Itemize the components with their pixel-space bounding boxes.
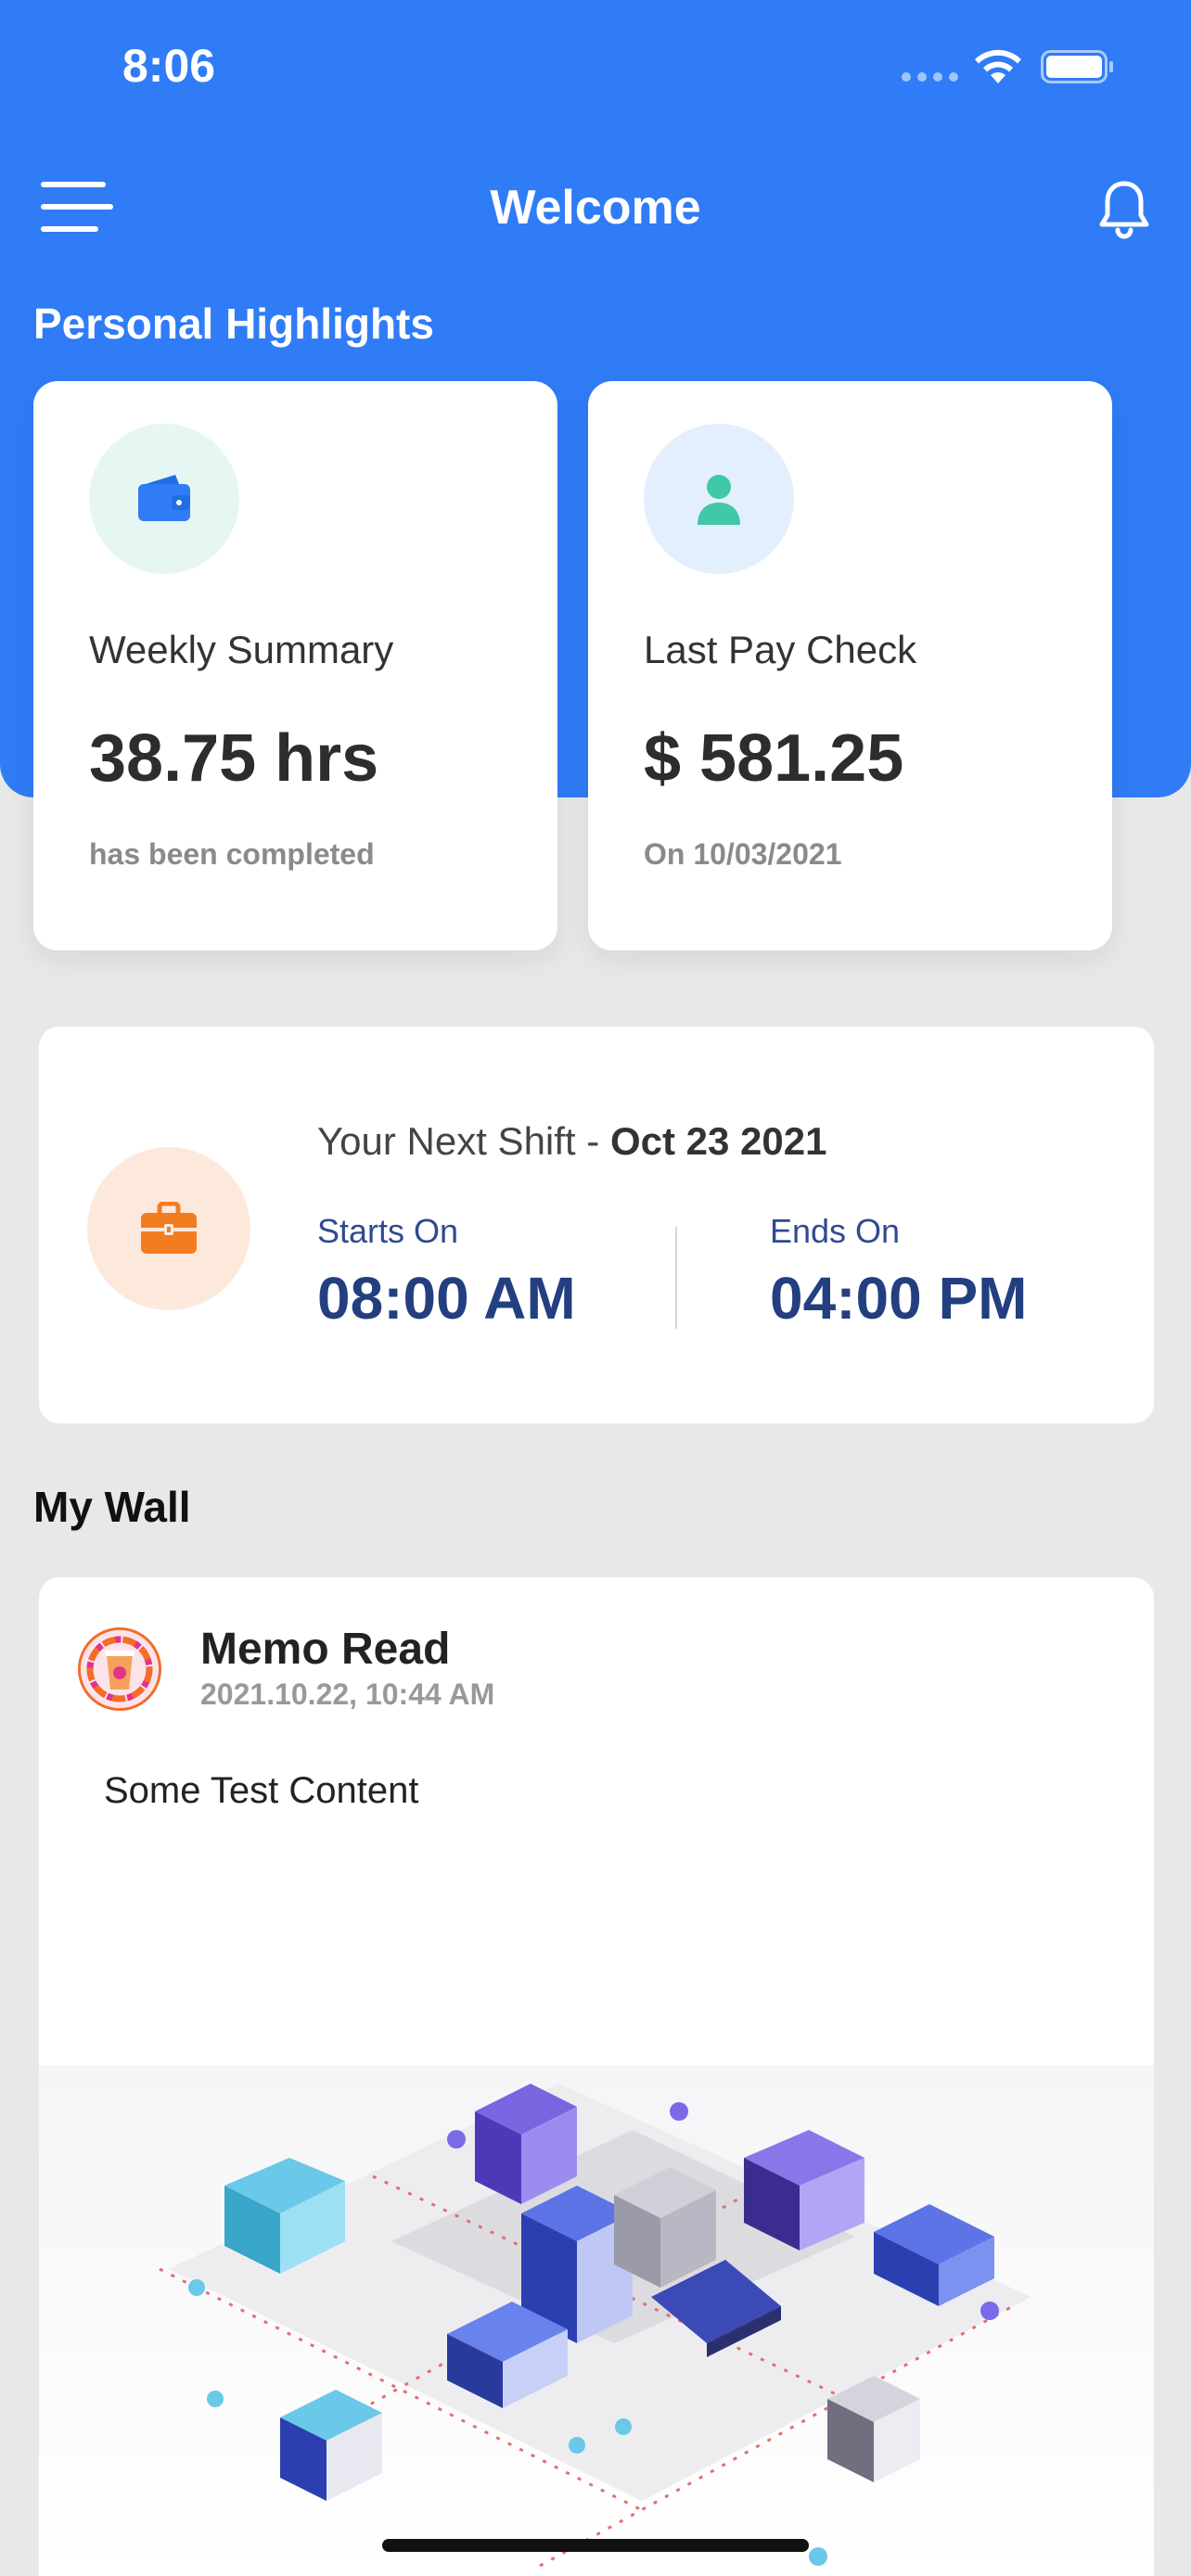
page-title: Welcome [490, 181, 701, 235]
ends-on-label: Ends On [770, 1212, 901, 1250]
post-title: Memo Read [200, 1625, 451, 1674]
user-icon [698, 475, 740, 525]
dunkin-logo-icon[interactable] [78, 1627, 161, 1711]
wifi-icon [975, 49, 1021, 83]
personal-highlights-heading: Personal Highlights [33, 300, 434, 348]
cellular-signal-icon [902, 72, 959, 82]
navigation-bar: Welcome [0, 158, 1191, 260]
next-shift-prefix: Your Next Shift - [317, 1119, 610, 1163]
end-time-value: 04:00 PM [770, 1265, 1028, 1332]
post-timestamp: 2021.10.22, 10:44 AM [200, 1677, 495, 1711]
building-9 [280, 2390, 382, 2501]
shift-icon-container [87, 1147, 250, 1310]
pay-check-icon-container [644, 424, 794, 574]
shift-divider [675, 1227, 677, 1329]
shift-start: Starts On 08:00 AM [317, 1212, 576, 1333]
weekly-hours-value: 38.75 hrs [89, 721, 379, 796]
status-time: 8:06 [122, 40, 216, 92]
post-body-text: Some Test Content [104, 1770, 419, 1811]
wallet-icon [138, 475, 190, 521]
home-indicator[interactable] [382, 2539, 809, 2552]
weekly-summary-subtext: has been completed [89, 837, 375, 871]
last-pay-check-card[interactable]: Last Pay Check $ 581.25 On 10/03/2021 [588, 381, 1112, 950]
shift-end: Ends On 04:00 PM [770, 1212, 1027, 1333]
weekly-summary-card[interactable]: Weekly Summary 38.75 hrs has been comple… [33, 381, 557, 950]
next-shift-card[interactable]: Your Next Shift - Oct 23 2021 Starts On … [39, 1027, 1154, 1423]
pay-check-date: On 10/03/2021 [644, 837, 842, 871]
pay-check-amount: $ 581.25 [644, 721, 904, 796]
bell-icon[interactable] [1095, 178, 1154, 243]
weekly-summary-icon-container [89, 424, 239, 574]
isometric-city-illustration [159, 2084, 1031, 2568]
status-bar: 8:06 [0, 0, 1191, 130]
avatar-logo-graphic [81, 1630, 159, 1708]
wall-post-card[interactable]: Memo Read 2021.10.22, 10:44 AM Some Test… [39, 1577, 1154, 2576]
last-pay-check-label: Last Pay Check [644, 628, 917, 671]
briefcase-icon [141, 1202, 197, 1254]
next-shift-date: Oct 23 2021 [609, 1119, 827, 1163]
post-image[interactable] [39, 2065, 1154, 2576]
starts-on-label: Starts On [317, 1212, 459, 1250]
weekly-summary-label: Weekly Summary [89, 628, 394, 671]
battery-icon [1041, 50, 1113, 83]
start-time-value: 08:00 AM [317, 1265, 576, 1332]
my-wall-heading: My Wall [33, 1483, 191, 1531]
next-shift-title: Your Next Shift - Oct 23 2021 [317, 1119, 826, 1164]
